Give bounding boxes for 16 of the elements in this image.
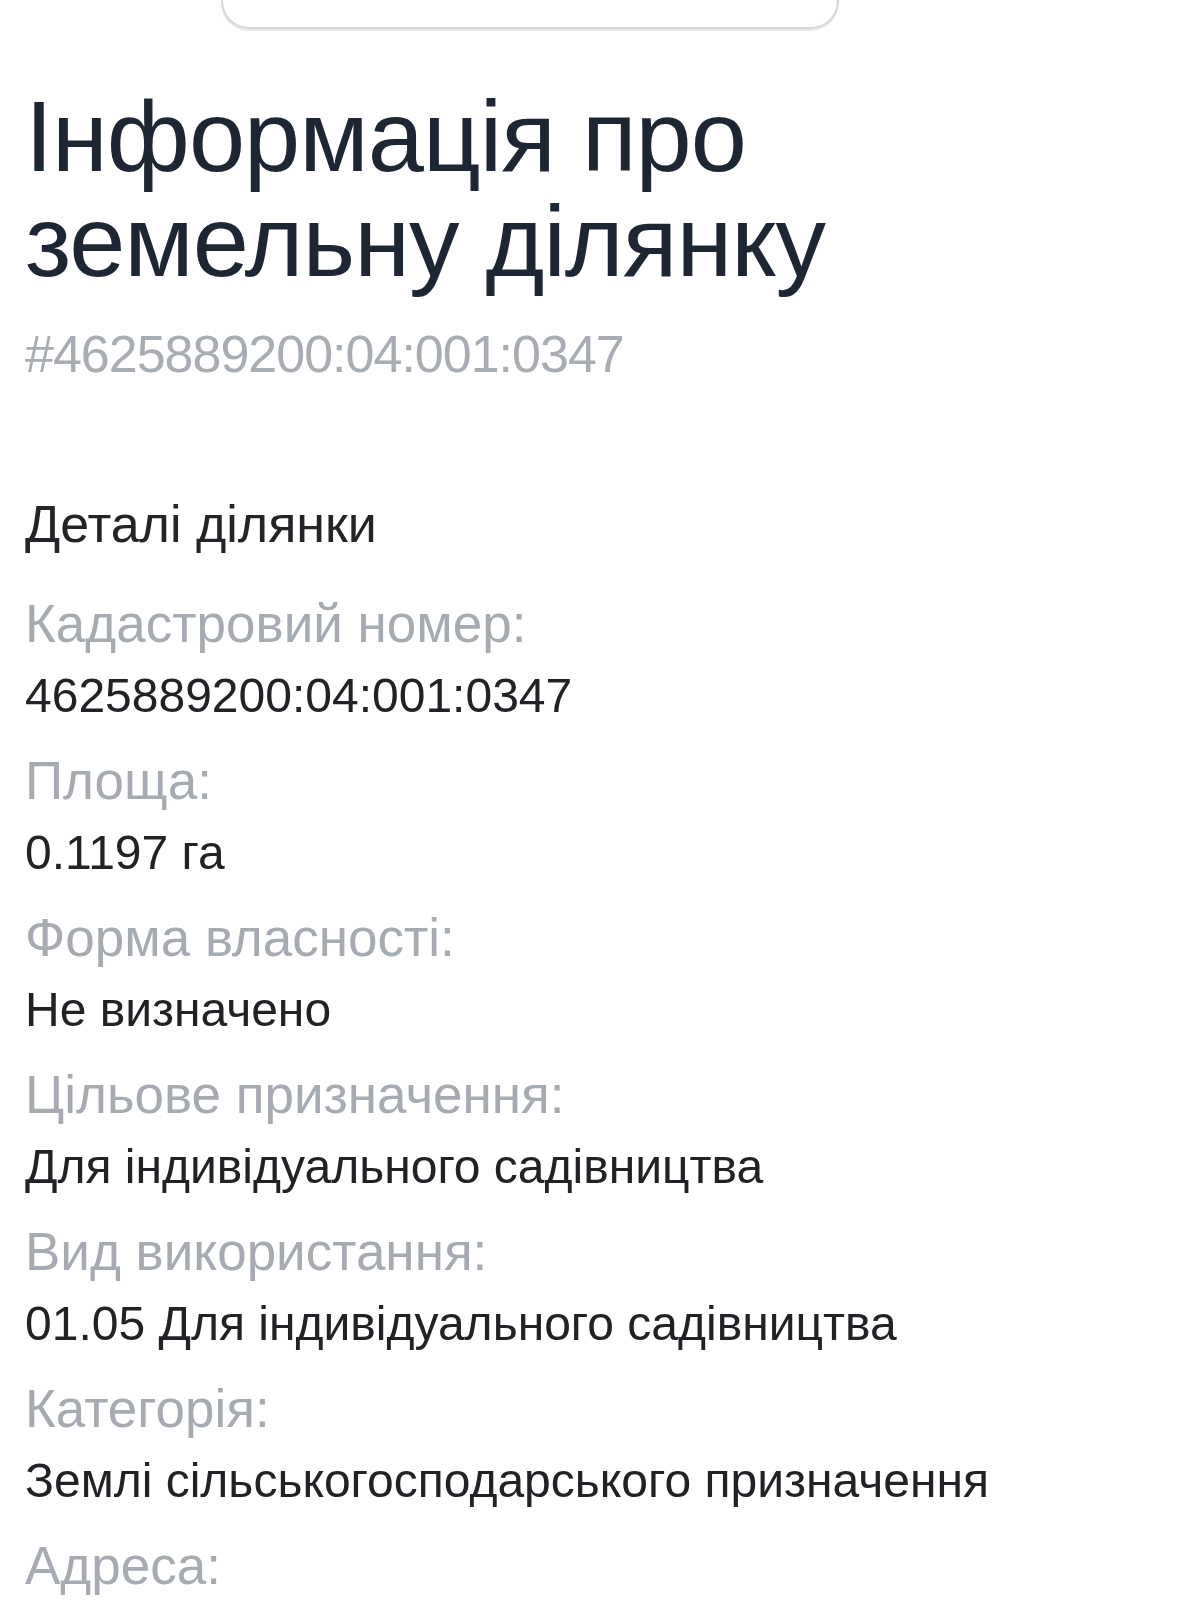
field-value: 01.05 Для індивідуального садівництва <box>25 1296 897 1352</box>
field-value: 0.1197 га <box>25 825 225 881</box>
field-value: Землі сільськогосподарського призначення <box>25 1453 989 1509</box>
field-value: Не визначено <box>25 982 332 1038</box>
parcel-id: #4625889200:04:001:0347 <box>25 324 624 384</box>
outlined-button[interactable] <box>221 0 839 29</box>
field-label: Кадастровий номер: <box>25 594 527 654</box>
field-label: Вид використання: <box>25 1222 488 1282</box>
section-heading: Деталі ділянки <box>25 494 377 554</box>
field-value: Для індивідуального садівництва <box>25 1139 764 1195</box>
field-label: Цільове призначення: <box>25 1065 565 1125</box>
field-value: 4625889200:04:001:0347 <box>25 668 573 724</box>
field-label: Площа: <box>25 751 212 811</box>
field-label: Форма власності: <box>25 908 455 968</box>
field-label: Категорія: <box>25 1379 270 1439</box>
field-label: Адреса: <box>25 1536 221 1596</box>
